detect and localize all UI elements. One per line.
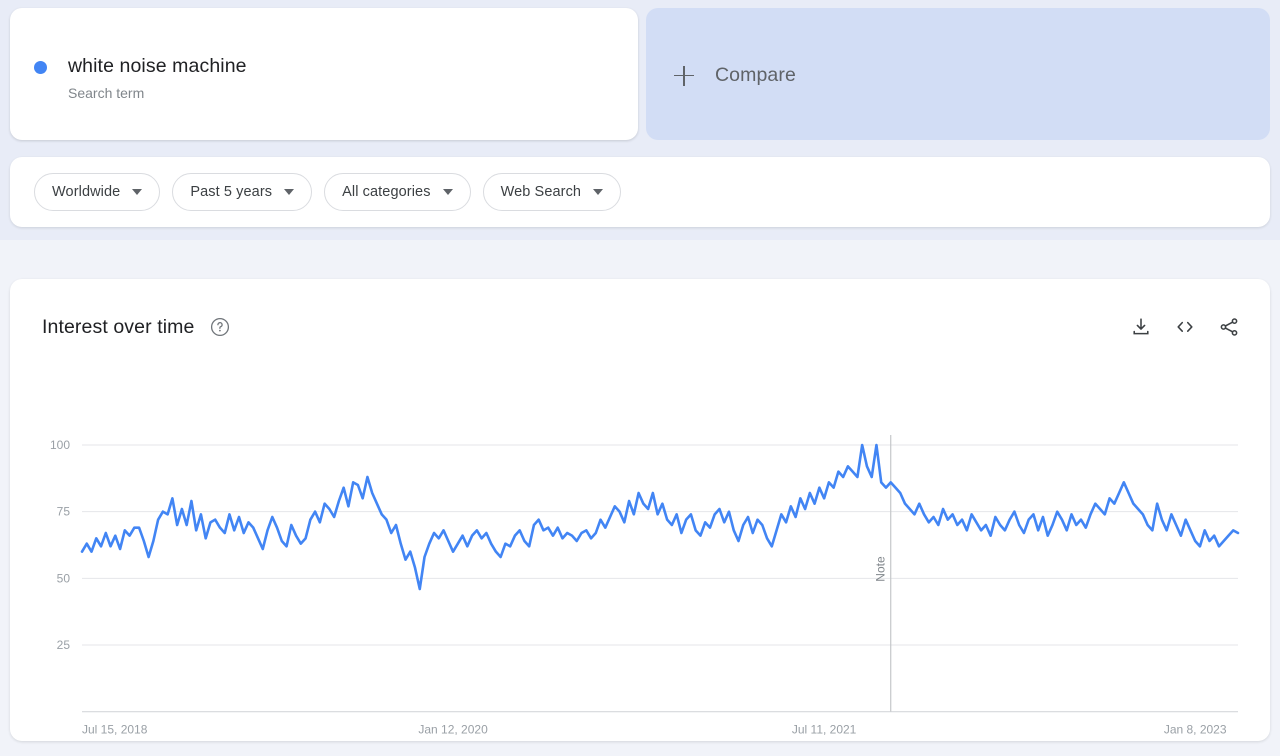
data-series-line — [82, 445, 1238, 589]
search-term-card[interactable]: white noise machine Search term — [10, 8, 638, 140]
x-axis-tick: Jan 8, 2023 — [1164, 723, 1227, 737]
compare-label: Compare — [715, 64, 796, 87]
filter-chip-category-label: All categories — [342, 184, 430, 200]
search-term-type: Search term — [68, 83, 247, 103]
chart-annotations: Note — [874, 435, 891, 712]
chevron-down-icon — [284, 189, 294, 195]
chevron-down-icon — [443, 189, 453, 195]
search-term-label: white noise machine — [68, 54, 247, 79]
annotation-label: Note — [874, 556, 888, 582]
chevron-down-icon — [593, 189, 603, 195]
compare-card[interactable]: Compare — [646, 8, 1270, 140]
x-axis-tick-labels: Jul 15, 2018 Jan 12, 2020 Jul 11, 2021 Jan … — [82, 723, 1227, 737]
y-axis-tick: 50 — [57, 571, 71, 585]
filter-chip-time-range-label: Past 5 years — [190, 184, 272, 200]
search-term-row: white noise machine Search term Compare — [0, 0, 1280, 148]
series-color-dot — [34, 61, 47, 74]
google-trends-page: white noise machine Search term Compare … — [0, 0, 1280, 756]
filter-chip-search-type[interactable]: Web Search — [483, 173, 622, 211]
chart-svg: 25 50 75 100 Jul 15, 2018 Jan 12, 2020 Jul 11… — [10, 279, 1270, 741]
search-term-content: white noise machine Search term — [34, 54, 247, 103]
y-axis-tick-labels: 25 50 75 100 — [50, 438, 70, 652]
filter-chip-time-range[interactable]: Past 5 years — [172, 173, 312, 211]
filter-chip-category[interactable]: All categories — [324, 173, 470, 211]
y-axis-tick: 25 — [57, 638, 71, 652]
interest-over-time-card: Interest over time — [10, 279, 1270, 741]
search-term-texts: white noise machine Search term — [68, 54, 247, 103]
chevron-down-icon — [132, 189, 142, 195]
chart-gridlines — [82, 445, 1238, 712]
x-axis-tick: Jan 12, 2020 — [418, 723, 488, 737]
y-axis-tick: 75 — [57, 505, 71, 519]
compare-content: Compare — [674, 64, 796, 87]
filter-chip-location[interactable]: Worldwide — [34, 173, 160, 211]
x-axis-tick: Jul 15, 2018 — [82, 723, 148, 737]
y-axis-tick: 100 — [50, 438, 70, 452]
filter-chip-location-label: Worldwide — [52, 184, 120, 200]
x-axis-tick: Jul 11, 2021 — [792, 723, 857, 737]
interest-over-time-plot[interactable]: 25 50 75 100 Jul 15, 2018 Jan 12, 2020 Jul 11… — [10, 279, 1270, 741]
plus-icon — [674, 66, 694, 86]
filter-chip-search-type-label: Web Search — [501, 184, 582, 200]
filter-bar: Worldwide Past 5 years All categories We… — [10, 157, 1270, 227]
